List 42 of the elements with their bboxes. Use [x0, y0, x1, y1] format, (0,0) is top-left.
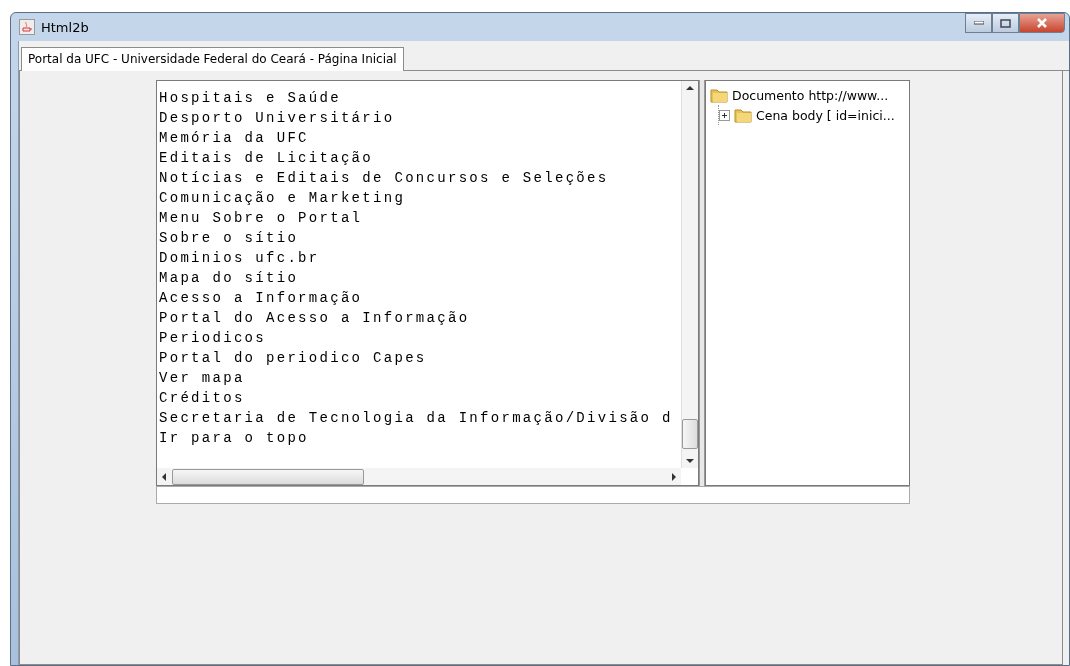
- text-line: Mapa do sítio: [159, 269, 299, 288]
- tree-item[interactable]: Documento http://www...: [732, 87, 889, 103]
- maximize-icon: [1000, 18, 1011, 28]
- text-line: Ir para o topo: [159, 429, 309, 448]
- scroll-down-icon[interactable]: [686, 459, 694, 464]
- window-title: Html2b: [41, 19, 90, 35]
- text-line: Hospitais e Saúde: [159, 89, 341, 108]
- text-line: Comunicação e Marketing: [159, 189, 406, 208]
- text-line: Ver mapa: [159, 369, 245, 388]
- scroll-right-icon[interactable]: [672, 472, 677, 481]
- text-line: Acesso a Informação: [159, 289, 363, 308]
- scroll-left-icon[interactable]: [161, 472, 166, 481]
- text-line: Créditos: [159, 389, 245, 408]
- scroll-thumb[interactable]: [682, 419, 698, 449]
- text-line: Editais de Licitação: [159, 149, 374, 168]
- tab[interactable]: Portal da UFC - Universidade Federal do Ceará - Página Inicial: [21, 47, 404, 71]
- expand-icon[interactable]: [719, 109, 730, 121]
- text-line: Menu Sobre o Portal: [159, 209, 363, 228]
- folder-icon: [710, 87, 728, 103]
- scroll-up-icon[interactable]: [686, 85, 694, 90]
- minimize-icon: [973, 21, 984, 25]
- vertical-scrollbar[interactable]: [681, 81, 698, 468]
- close-button[interactable]: [1019, 13, 1065, 33]
- folder-icon: [734, 107, 752, 123]
- text-line: Secretaria de Tecnologia da Informação/Divisão d: [159, 409, 673, 428]
- input-field[interactable]: [156, 486, 910, 504]
- text-line: Dominios ufc.br: [159, 249, 320, 268]
- scroll-thumb[interactable]: [172, 468, 364, 485]
- text-line: Portal do Acesso a Informação: [159, 309, 470, 328]
- tree-item[interactable]: Cena body [ id=inici...: [756, 107, 895, 123]
- minimize-button[interactable]: [965, 13, 992, 33]
- text-area[interactable]: [156, 80, 699, 486]
- text-line: Desporto Universitário: [159, 109, 395, 128]
- close-icon: [1036, 18, 1048, 28]
- text-line: Portal do periodico Capes: [159, 349, 427, 368]
- java-cup-icon: [19, 19, 35, 35]
- text-line: Notícias e Editais de Concursos e Seleções: [159, 169, 609, 188]
- maximize-button[interactable]: [992, 13, 1019, 33]
- text-line: Periodicos: [159, 329, 266, 348]
- text-line: Sobre o sítio: [159, 229, 299, 248]
- text-line: Memória da UFC: [159, 129, 309, 148]
- horizontal-scrollbar[interactable]: [157, 468, 681, 485]
